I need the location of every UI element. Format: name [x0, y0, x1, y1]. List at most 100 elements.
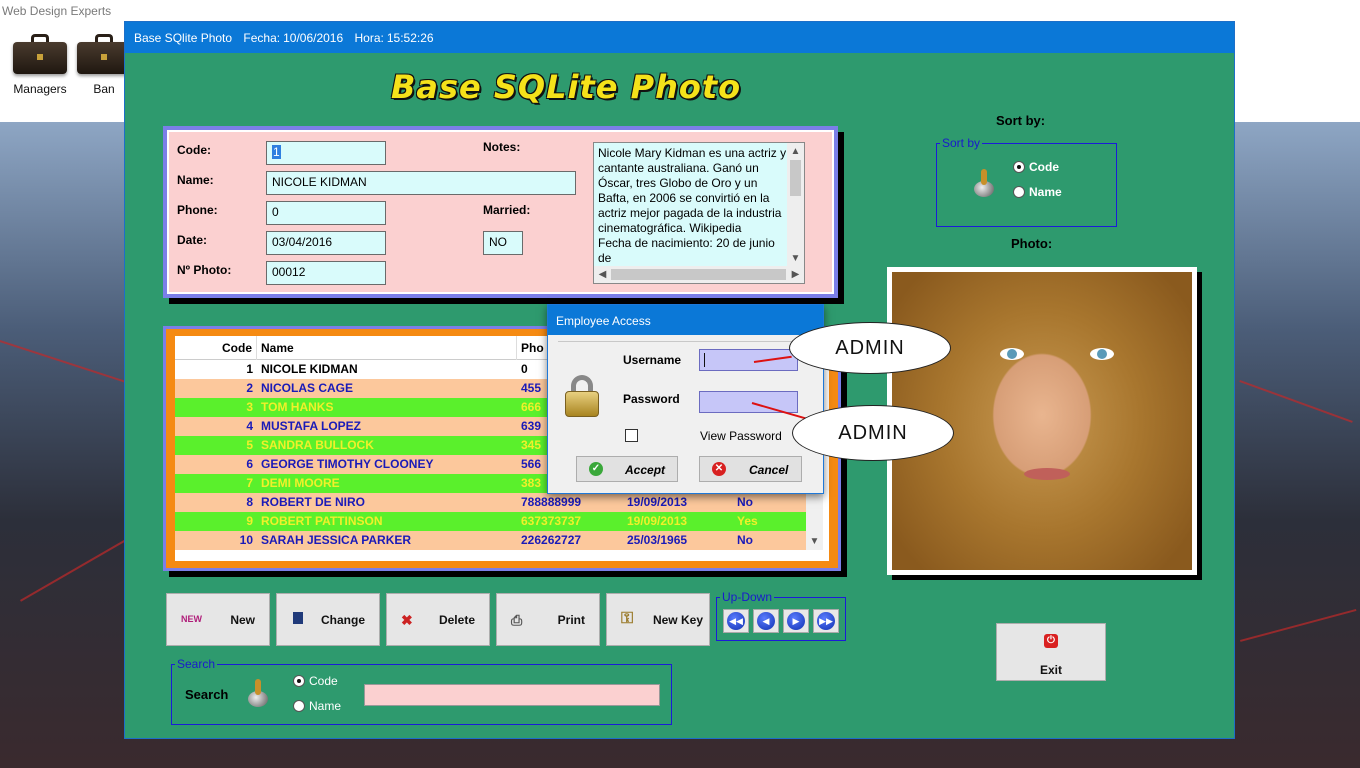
- dialog-title-bar[interactable]: Employee Access: [548, 305, 823, 335]
- scroll-thumb[interactable]: [790, 160, 801, 196]
- desktop-icon-managers[interactable]: Managers: [0, 30, 80, 96]
- scroll-left-icon[interactable]: ◀: [594, 266, 611, 283]
- exit-button[interactable]: ⏻ Exit: [996, 623, 1106, 681]
- column-header-code[interactable]: Code: [175, 336, 257, 360]
- notes-label: Notes:: [483, 140, 521, 154]
- username-callout: ADMIN: [789, 322, 951, 374]
- cell-code: 5: [246, 438, 253, 452]
- sort-by-name-radio[interactable]: [1013, 186, 1025, 198]
- cell-name: ROBERT DE NIRO: [261, 495, 366, 509]
- cell-name: SANDRA BULLOCK: [261, 438, 374, 452]
- notes-text: Nicole Mary Kidman es una actriz y canta…: [598, 146, 787, 264]
- cell-code: 2: [246, 381, 253, 395]
- change-button[interactable]: Change: [276, 593, 380, 646]
- scroll-up-icon[interactable]: ▲: [787, 143, 804, 160]
- scroll-right-icon[interactable]: ▶: [787, 266, 804, 283]
- background-decor: [1239, 380, 1353, 423]
- cell-code: 10: [239, 533, 253, 547]
- sort-group-title: Sort by: [940, 136, 983, 150]
- photo-number-field[interactable]: 00012: [266, 261, 386, 285]
- search-input[interactable]: [364, 684, 660, 706]
- cell-phone: 637373737: [521, 514, 582, 528]
- cell-phone: 788888999: [521, 495, 582, 509]
- married-label: Married:: [483, 203, 531, 217]
- new-key-button-label: New Key: [652, 613, 703, 627]
- search-by-name-radio[interactable]: [293, 700, 305, 712]
- text-cursor: [704, 353, 705, 367]
- previous-icon: ◀: [757, 612, 775, 630]
- key-icon: ⚿: [621, 610, 634, 627]
- photo-heading: Photo:: [1011, 236, 1053, 251]
- accept-button-label: Accept: [625, 463, 666, 477]
- notes-horizontal-scrollbar[interactable]: ◀ ▶: [594, 266, 804, 283]
- photo-number-label: Nº Photo:: [177, 263, 232, 277]
- fecha-value: 10/06/2016: [283, 31, 344, 45]
- cell-phone: 226262727: [521, 533, 582, 547]
- cell-name: NICOLAS CAGE: [261, 381, 354, 395]
- dialog-title: Employee Access: [556, 314, 651, 328]
- search-by-code-label: Code: [309, 674, 338, 688]
- next-record-button[interactable]: ▶: [783, 609, 809, 633]
- desktop-title: Web Design Experts: [0, 0, 1360, 22]
- check-icon: ✓: [589, 462, 603, 476]
- username-input[interactable]: [699, 349, 798, 371]
- scroll-thumb[interactable]: [611, 269, 786, 280]
- previous-record-button[interactable]: ◀: [753, 609, 779, 633]
- new-icon: NEW: [181, 614, 202, 624]
- printer-icon: ⎙: [511, 612, 523, 628]
- password-input[interactable]: [699, 391, 798, 413]
- married-field[interactable]: NO: [483, 231, 523, 255]
- cancel-button[interactable]: ✕ Cancel: [699, 456, 802, 482]
- cell-married: No: [737, 495, 753, 509]
- cell-name: MUSTAFA LOPEZ: [261, 419, 361, 433]
- rewind-icon: ◀◀: [727, 612, 745, 630]
- view-password-checkbox[interactable]: [625, 429, 638, 442]
- search-group-title: Search: [175, 657, 218, 671]
- print-button-label: Print: [557, 613, 585, 627]
- cell-name: GEORGE TIMOTHY CLOONEY: [261, 457, 434, 471]
- sort-heading: Sort by:: [996, 113, 1046, 128]
- new-button[interactable]: NEW New: [166, 593, 270, 646]
- cell-name: NICOLE KIDMAN: [261, 362, 358, 376]
- table-row[interactable]: 10 SARAH JESSICA PARKER 226262727 25/03/196…: [175, 531, 806, 550]
- window-title: Base SQlite Photo: [134, 31, 233, 45]
- column-header-name[interactable]: Name: [257, 336, 517, 360]
- cancel-icon: ✕: [712, 462, 726, 476]
- phone-field[interactable]: 0: [266, 201, 386, 225]
- cell-name: SARAH JESSICA PARKER: [261, 533, 412, 547]
- hora-label: Hora:: [354, 31, 384, 45]
- accept-button[interactable]: ✓ Accept: [576, 456, 678, 482]
- cell-name: ROBERT PATTINSON: [261, 514, 383, 528]
- search-label: Search: [185, 687, 229, 702]
- sort-by-code-radio[interactable]: [1013, 161, 1025, 173]
- notes-textarea[interactable]: Nicole Mary Kidman es una actriz y canta…: [593, 142, 805, 284]
- username-label: Username: [623, 353, 682, 367]
- cell-date: 25/03/1965: [627, 533, 688, 547]
- power-icon: ⏻: [1044, 634, 1058, 648]
- cell-code: 3: [246, 400, 253, 414]
- name-label: Name:: [177, 173, 214, 187]
- table-row[interactable]: 8 ROBERT DE NIRO 788888999 19/09/2013 No: [175, 493, 806, 512]
- cell-date: 19/09/2013: [627, 514, 688, 528]
- photo-eye: [1000, 348, 1024, 360]
- first-record-button[interactable]: ◀◀: [723, 609, 749, 633]
- table-row[interactable]: 9 ROBERT PATTINSON 637373737 19/09/2013 Yes: [175, 512, 806, 531]
- name-field[interactable]: NICOLE KIDMAN: [266, 171, 576, 195]
- view-password-label: View Password: [700, 429, 782, 443]
- scroll-down-icon[interactable]: ▼: [806, 533, 823, 550]
- scroll-down-icon[interactable]: ▼: [787, 250, 804, 267]
- search-by-name-label: Name: [309, 699, 342, 713]
- sort-group: Sort by Code Name: [936, 136, 1117, 227]
- sort-by-name-label: Name: [1029, 185, 1062, 199]
- new-key-button[interactable]: ⚿ New Key: [606, 593, 710, 646]
- search-by-code-radio[interactable]: [293, 675, 305, 687]
- date-field[interactable]: 03/04/2016: [266, 231, 386, 255]
- code-field[interactable]: 1: [266, 141, 386, 165]
- delete-button[interactable]: ✖ Delete: [386, 593, 490, 646]
- cell-name: TOM HANKS: [261, 400, 334, 414]
- print-button[interactable]: ⎙ Print: [496, 593, 600, 646]
- last-record-button[interactable]: ▶▶: [813, 609, 839, 633]
- record-panel: Code: 1 Name: NICOLE KIDMAN Phone: 0 Dat…: [163, 126, 838, 298]
- notes-vertical-scrollbar[interactable]: ▲ ▼: [787, 143, 804, 267]
- window-title-bar[interactable]: Base SQlite Photo Fecha: 10/06/2016 Hora:…: [125, 22, 1234, 53]
